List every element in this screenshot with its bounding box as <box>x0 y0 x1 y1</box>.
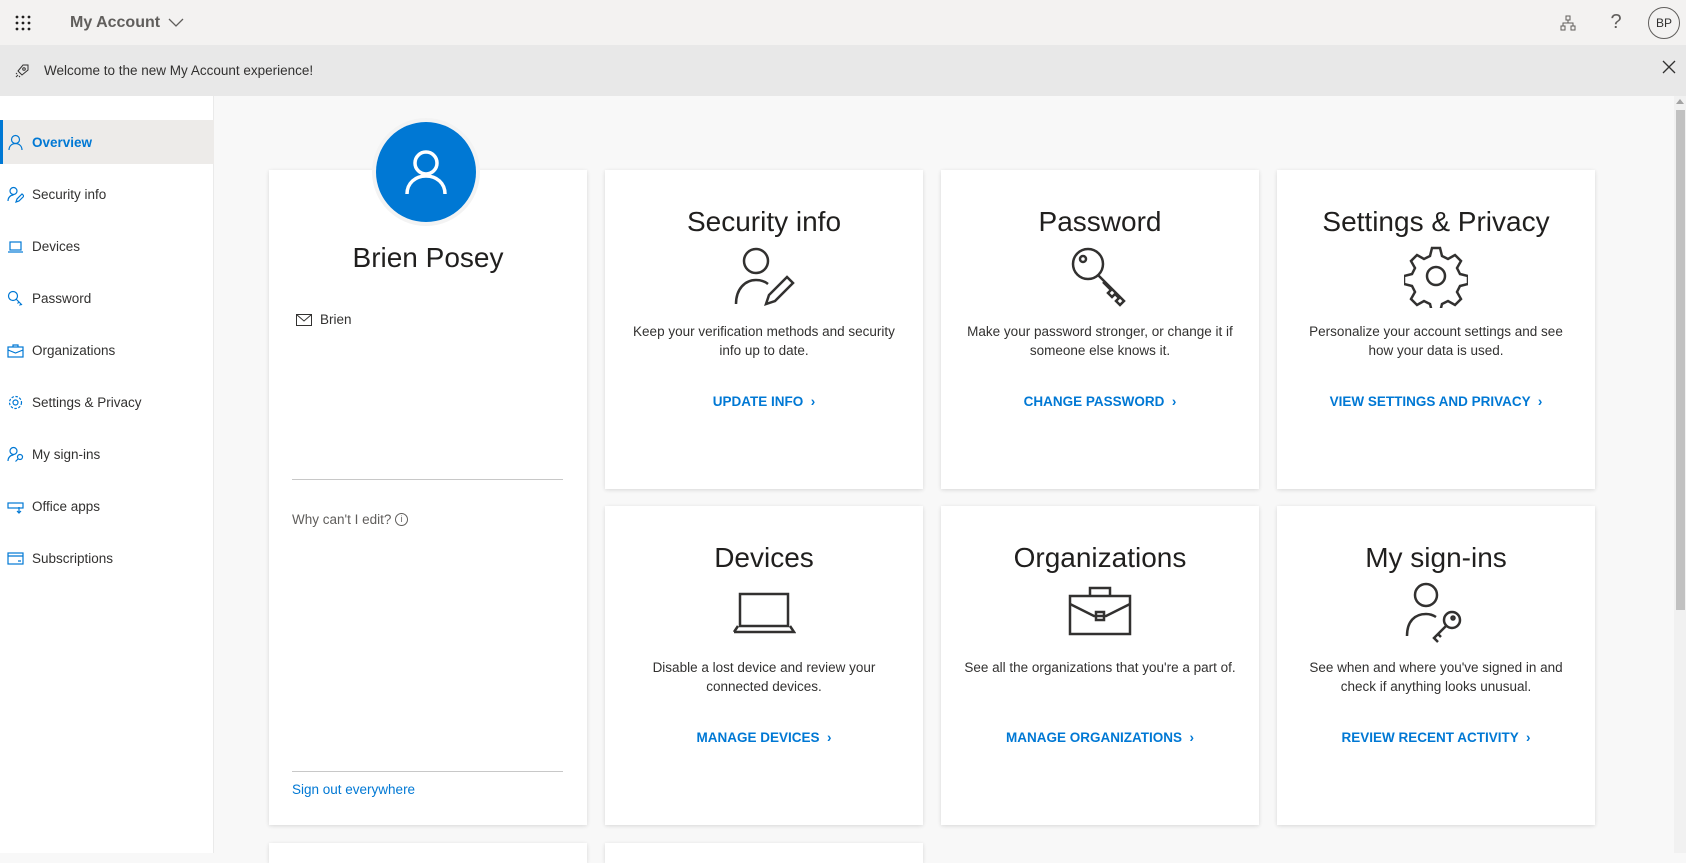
email-text: Brien <box>320 312 354 327</box>
mail-icon <box>296 314 312 326</box>
sidebar-nav: Overview Security info Devices Password … <box>0 96 214 853</box>
office-apps-icon <box>7 498 24 515</box>
sidebar-item-label: My sign-ins <box>32 447 100 462</box>
welcome-banner: Welcome to the new My Account experience… <box>0 45 1686 96</box>
divider <box>292 479 563 480</box>
sidebar-item-security-info[interactable]: Security info <box>0 172 214 216</box>
sidebar-item-label: Settings & Privacy <box>32 395 142 410</box>
sidebar-item-settings-privacy[interactable]: Settings & Privacy <box>0 380 214 424</box>
person-edit-icon <box>7 186 24 203</box>
user-avatar-button[interactable]: BP <box>1648 7 1680 39</box>
update-info-link[interactable]: UPDATE INFO › <box>605 394 923 409</box>
scrollbar[interactable] <box>1674 96 1686 853</box>
card-title: Devices <box>605 542 923 574</box>
person-key-icon <box>1404 580 1468 644</box>
gear-icon <box>7 394 24 411</box>
card-title: My sign-ins <box>1277 542 1595 574</box>
sidebar-item-label: Password <box>32 291 91 306</box>
card-title: Organizations <box>941 542 1259 574</box>
divider <box>292 771 563 772</box>
sidebar-item-label: Organizations <box>32 343 115 358</box>
banner-text: Welcome to the new My Account experience… <box>44 63 313 78</box>
view-settings-privacy-link[interactable]: VIEW SETTINGS AND PRIVACY › <box>1277 394 1595 409</box>
sidebar-item-overview[interactable]: Overview <box>0 120 214 164</box>
password-card: Password Make your password stronger, or… <box>941 170 1259 489</box>
person-edit-icon <box>732 244 796 308</box>
gear-icon <box>1404 244 1468 308</box>
card-description: Disable a lost device and review your co… <box>624 658 904 696</box>
card-partial <box>605 843 923 863</box>
person-icon <box>7 134 24 151</box>
sidebar-item-label: Subscriptions <box>32 551 113 566</box>
profile-name: Brien Posey <box>269 242 587 274</box>
top-bar: My Account ? BP <box>0 0 1686 45</box>
sign-out-everywhere-link[interactable]: Sign out everywhere <box>292 782 415 797</box>
why-cant-i-edit[interactable]: Why can't I edit? i <box>292 512 408 527</box>
person-key-icon <box>7 446 24 463</box>
review-recent-activity-link[interactable]: REVIEW RECENT ACTIVITY › <box>1277 730 1595 745</box>
scrollbar-thumb[interactable] <box>1676 110 1685 610</box>
help-icon[interactable]: ? <box>1592 0 1640 45</box>
key-icon <box>7 290 24 307</box>
laptop-icon <box>732 580 796 644</box>
why-edit-text: Why can't I edit? <box>292 512 391 527</box>
card-description: See when and where you've signed in and … <box>1296 658 1576 696</box>
sidebar-item-label: Security info <box>32 187 106 202</box>
sidebar-item-organizations[interactable]: Organizations <box>0 328 214 372</box>
app-launcher-icon[interactable] <box>0 0 46 45</box>
profile-card: Brien Posey Brien Why can't I edit? i Si… <box>269 170 587 825</box>
sidebar-item-devices[interactable]: Devices <box>0 224 214 268</box>
manage-organizations-link[interactable]: MANAGE ORGANIZATIONS › <box>941 730 1259 745</box>
sidebar-item-label: Overview <box>32 135 92 150</box>
briefcase-icon <box>7 342 24 359</box>
profile-avatar <box>372 118 480 226</box>
profile-email: Brien <box>296 312 354 327</box>
security-info-card: Security info Keep your verification met… <box>605 170 923 489</box>
person-icon <box>404 149 448 195</box>
card-partial <box>269 843 587 863</box>
app-title: My Account <box>70 14 160 32</box>
scroll-up-arrow[interactable] <box>1676 99 1684 104</box>
briefcase-icon <box>1068 580 1132 644</box>
sidebar-item-office-apps[interactable]: Office apps <box>0 484 214 528</box>
card-icon <box>7 550 24 567</box>
sidebar-item-password[interactable]: Password <box>0 276 214 320</box>
chevron-down-icon <box>168 18 184 28</box>
card-description: See all the organizations that you're a … <box>960 658 1240 677</box>
close-icon[interactable] <box>1662 60 1676 77</box>
sidebar-item-label: Office apps <box>32 499 100 514</box>
organizations-card: Organizations See all the organizations … <box>941 506 1259 825</box>
devices-card: Devices Disable a lost device and review… <box>605 506 923 825</box>
my-sign-ins-card: My sign-ins See when and where you've si… <box>1277 506 1595 825</box>
org-chart-icon[interactable] <box>1544 0 1592 45</box>
laptop-icon <box>7 238 24 255</box>
change-password-link[interactable]: CHANGE PASSWORD › <box>941 394 1259 409</box>
card-title: Password <box>941 206 1259 238</box>
card-title: Security info <box>605 206 923 238</box>
manage-devices-link[interactable]: MANAGE DEVICES › <box>605 730 923 745</box>
sidebar-item-label: Devices <box>32 239 80 254</box>
card-title: Settings & Privacy <box>1277 206 1595 238</box>
rocket-icon <box>0 63 44 79</box>
sidebar-item-subscriptions[interactable]: Subscriptions <box>0 536 214 580</box>
settings-privacy-card: Settings & Privacy Personalize your acco… <box>1277 170 1595 489</box>
key-icon <box>1068 244 1132 308</box>
sidebar-item-my-sign-ins[interactable]: My sign-ins <box>0 432 214 476</box>
card-description: Personalize your account settings and se… <box>1296 322 1576 360</box>
card-description: Keep your verification methods and secur… <box>624 322 904 360</box>
card-description: Make your password stronger, or change i… <box>960 322 1240 360</box>
info-icon[interactable]: i <box>395 513 408 526</box>
app-title-menu[interactable]: My Account <box>70 14 184 32</box>
